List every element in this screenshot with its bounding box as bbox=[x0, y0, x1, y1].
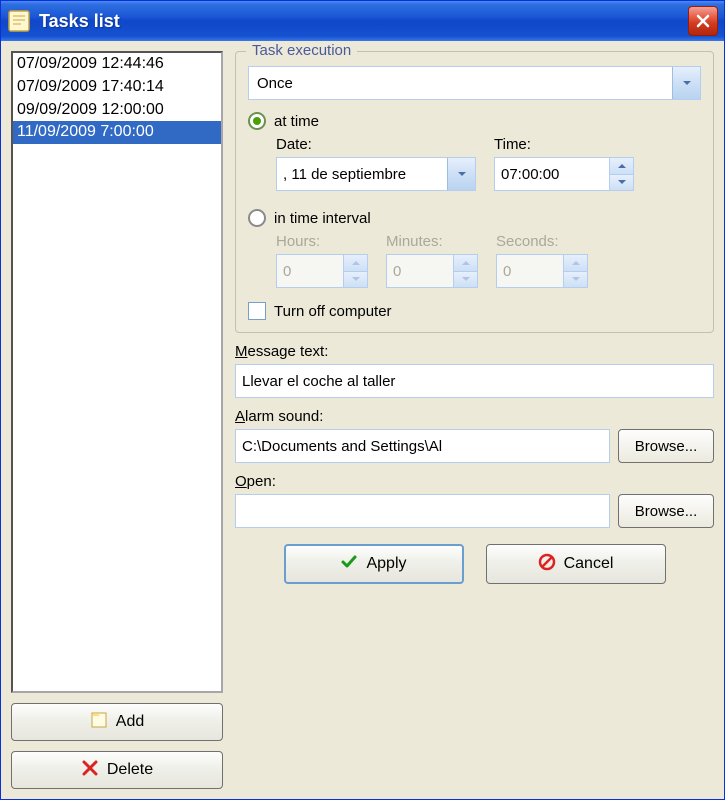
seconds-label: Seconds: bbox=[496, 233, 588, 250]
app-icon bbox=[7, 9, 31, 33]
minutes-spinner[interactable] bbox=[453, 255, 477, 287]
alarm-browse-label: Browse... bbox=[635, 438, 698, 455]
turnoff-checkbox[interactable] bbox=[248, 302, 266, 320]
alarm-browse-button[interactable]: Browse... bbox=[618, 429, 714, 463]
at-time-fields: Date: , 11 de septiembre Time: 07:00:00 bbox=[276, 136, 701, 191]
date-dropdown-button[interactable] bbox=[447, 158, 475, 190]
hours-input[interactable]: 0 bbox=[276, 254, 368, 288]
task-execution-group: Task execution Once at time Date: , bbox=[235, 51, 714, 333]
left-pane: 07/09/2009 12:44:46 07/09/2009 17:40:14 … bbox=[11, 51, 223, 789]
time-value: 07:00:00 bbox=[495, 166, 565, 183]
minutes-spin-down[interactable] bbox=[454, 271, 477, 288]
open-browse-label: Browse... bbox=[635, 503, 698, 520]
add-icon bbox=[90, 711, 108, 734]
date-value: , 11 de septiembre bbox=[277, 166, 412, 183]
open-browse-button[interactable]: Browse... bbox=[618, 494, 714, 528]
radio-interval[interactable] bbox=[248, 209, 266, 227]
delete-button[interactable]: Delete bbox=[11, 751, 223, 789]
radio-interval-label: in time interval bbox=[274, 210, 371, 227]
window-title: Tasks list bbox=[39, 11, 688, 32]
add-button[interactable]: Add bbox=[11, 703, 223, 741]
minutes-input[interactable]: 0 bbox=[386, 254, 478, 288]
seconds-spin-down[interactable] bbox=[564, 271, 587, 288]
date-field: Date: , 11 de septiembre bbox=[276, 136, 476, 191]
time-label: Time: bbox=[494, 136, 634, 153]
task-item[interactable]: 07/09/2009 17:40:14 bbox=[13, 76, 221, 99]
tasks-list-window: Tasks list 07/09/2009 12:44:46 07/09/200… bbox=[0, 0, 725, 800]
alarm-value: C:\Documents and Settings\Al bbox=[242, 438, 442, 455]
date-input[interactable]: , 11 de septiembre bbox=[276, 157, 476, 191]
time-input[interactable]: 07:00:00 bbox=[494, 157, 634, 191]
date-label: Date: bbox=[276, 136, 476, 153]
frequency-select[interactable]: Once bbox=[248, 66, 701, 100]
turnoff-row[interactable]: Turn off computer bbox=[248, 302, 701, 320]
turnoff-label: Turn off computer bbox=[274, 303, 392, 320]
task-list[interactable]: 07/09/2009 12:44:46 07/09/2009 17:40:14 … bbox=[11, 51, 223, 693]
frequency-dropdown-button[interactable] bbox=[672, 67, 700, 99]
radio-interval-row[interactable]: in time interval bbox=[248, 209, 701, 227]
task-item[interactable]: 09/09/2009 12:00:00 bbox=[13, 99, 221, 122]
time-spinner[interactable] bbox=[609, 158, 633, 190]
minutes-spin-up[interactable] bbox=[454, 255, 477, 271]
cancel-button-label: Cancel bbox=[564, 555, 614, 573]
open-label: Open: bbox=[235, 473, 714, 490]
delete-icon bbox=[81, 759, 99, 782]
open-row: Open: Browse... bbox=[235, 473, 714, 528]
message-input[interactable]: Llevar el coche al taller bbox=[235, 364, 714, 398]
hours-spin-up[interactable] bbox=[344, 255, 367, 271]
minutes-value: 0 bbox=[387, 263, 407, 280]
interval-fields: Hours: 0 Minutes: 0 bbox=[276, 233, 701, 288]
close-button[interactable] bbox=[688, 6, 718, 36]
radio-at-time-row[interactable]: at time bbox=[248, 112, 701, 130]
hours-value: 0 bbox=[277, 263, 297, 280]
task-execution-legend: Task execution bbox=[246, 42, 357, 59]
apply-button[interactable]: Apply bbox=[284, 544, 464, 584]
hours-field: Hours: 0 bbox=[276, 233, 368, 288]
alarm-input[interactable]: C:\Documents and Settings\Al bbox=[235, 429, 610, 463]
add-button-label: Add bbox=[116, 713, 144, 731]
message-label: Message text: bbox=[235, 343, 714, 360]
open-input[interactable] bbox=[235, 494, 610, 528]
left-actions: Add Delete bbox=[11, 703, 223, 789]
frequency-value: Once bbox=[249, 75, 301, 92]
bottom-actions: Apply Cancel bbox=[235, 544, 714, 584]
right-pane: Task execution Once at time Date: , bbox=[235, 51, 714, 789]
time-field: Time: 07:00:00 bbox=[494, 136, 634, 191]
seconds-spin-up[interactable] bbox=[564, 255, 587, 271]
checkmark-icon bbox=[340, 553, 358, 576]
titlebar[interactable]: Tasks list bbox=[1, 1, 724, 41]
minutes-field: Minutes: 0 bbox=[386, 233, 478, 288]
nosign-icon bbox=[538, 553, 556, 576]
seconds-input[interactable]: 0 bbox=[496, 254, 588, 288]
hours-label: Hours: bbox=[276, 233, 368, 250]
minutes-label: Minutes: bbox=[386, 233, 478, 250]
client-area: 07/09/2009 12:44:46 07/09/2009 17:40:14 … bbox=[1, 41, 724, 799]
message-row: Message text: Llevar el coche al taller bbox=[235, 343, 714, 398]
seconds-spinner[interactable] bbox=[563, 255, 587, 287]
radio-at-time-label: at time bbox=[274, 113, 319, 130]
delete-button-label: Delete bbox=[107, 761, 153, 779]
task-item[interactable]: 11/09/2009 7:00:00 bbox=[13, 121, 221, 144]
hours-spin-down[interactable] bbox=[344, 271, 367, 288]
seconds-value: 0 bbox=[497, 263, 517, 280]
task-item[interactable]: 07/09/2009 12:44:46 bbox=[13, 53, 221, 76]
alarm-label: Alarm sound: bbox=[235, 408, 714, 425]
apply-button-label: Apply bbox=[366, 555, 406, 573]
time-spin-down[interactable] bbox=[610, 174, 633, 191]
hours-spinner[interactable] bbox=[343, 255, 367, 287]
seconds-field: Seconds: 0 bbox=[496, 233, 588, 288]
alarm-row: Alarm sound: C:\Documents and Settings\A… bbox=[235, 408, 714, 463]
cancel-button[interactable]: Cancel bbox=[486, 544, 666, 584]
time-spin-up[interactable] bbox=[610, 158, 633, 174]
message-value: Llevar el coche al taller bbox=[242, 373, 395, 390]
radio-at-time[interactable] bbox=[248, 112, 266, 130]
